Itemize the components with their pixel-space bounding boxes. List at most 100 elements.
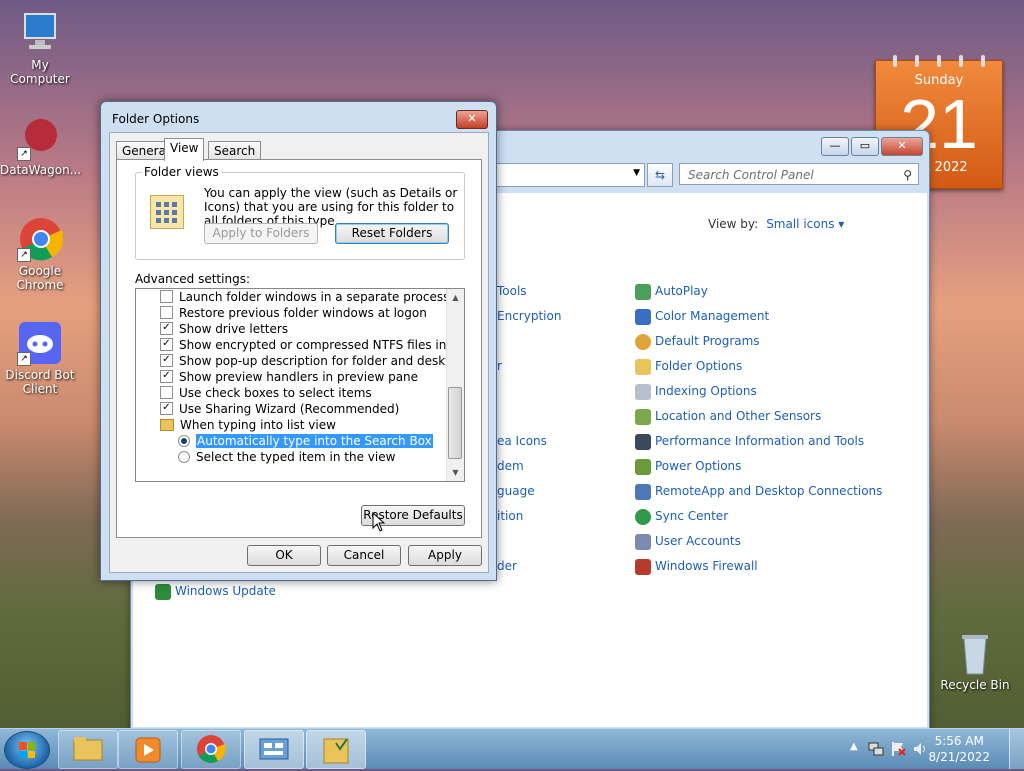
- cp-item-folder-options[interactable]: Folder Options: [635, 356, 742, 376]
- cp-item-label: Windows Update: [175, 584, 276, 598]
- setting-show-encrypted-color[interactable]: ✓ Show encrypted or compressed NTFS files…: [136, 337, 465, 353]
- checkbox-unchecked[interactable]: [160, 290, 173, 303]
- tab-search[interactable]: Search: [208, 141, 262, 160]
- cp-item-power-options[interactable]: Power Options: [635, 456, 741, 476]
- apply-to-folders-button[interactable]: Apply to Folders: [204, 223, 318, 244]
- desktop-icon-recycle-bin[interactable]: Recycle Bin: [935, 630, 1015, 692]
- ok-button[interactable]: OK: [247, 545, 321, 566]
- cp-item-r[interactable]: r: [497, 356, 502, 376]
- scroll-up-arrow-icon[interactable]: ▲: [447, 289, 464, 306]
- sync-center-icon: [635, 508, 651, 525]
- cp-item-windows-firewall[interactable]: Windows Firewall: [635, 556, 758, 576]
- cp-item-sync-center[interactable]: Sync Center: [635, 506, 728, 526]
- cp-item-default-programs[interactable]: Default Programs: [635, 331, 760, 351]
- dialog-close-button[interactable]: ✕: [456, 110, 488, 129]
- setting-label: Use check boxes to select items: [179, 386, 372, 400]
- reset-folders-button[interactable]: Reset Folders: [335, 223, 449, 244]
- view-by-dropdown[interactable]: Small icons ▾: [766, 217, 844, 231]
- volume-icon[interactable]: [912, 741, 928, 757]
- folder-views-icon: [150, 195, 184, 229]
- cp-item-windows-update[interactable]: Windows Update: [155, 581, 276, 601]
- cp-item-label: AutoPlay: [655, 284, 708, 298]
- setting-auto-type-search-box[interactable]: Automatically type into the Search Box: [136, 433, 433, 449]
- setting-show-popup-description[interactable]: ✓ Show pop-up description for folder and …: [136, 353, 464, 369]
- advanced-settings-scrollbar[interactable]: ▲ ▼: [446, 289, 464, 481]
- scroll-down-arrow-icon[interactable]: ▼: [447, 464, 464, 481]
- setting-show-drive-letters[interactable]: ✓ Show drive letters: [136, 321, 288, 337]
- desktop-icon-discord-bot-client[interactable]: ↗ Discord Bot Client: [0, 320, 80, 396]
- cp-item-label: Indexing Options: [655, 384, 757, 398]
- address-bar[interactable]: ▼: [491, 163, 645, 187]
- desktop-icon-label: My Computer: [10, 58, 70, 86]
- cp-item-remoteapp[interactable]: RemoteApp and Desktop Connections: [635, 481, 882, 501]
- setting-launch-separate-process[interactable]: Launch folder windows in a separate proc…: [136, 289, 449, 305]
- cp-item-label: Default Programs: [655, 334, 760, 348]
- cp-item-modem[interactable]: dem: [497, 456, 524, 476]
- setting-restore-previous-windows[interactable]: Restore previous folder windows at logon: [136, 305, 427, 321]
- windows-firewall-icon: [635, 558, 651, 575]
- checkbox-checked[interactable]: ✓: [160, 338, 173, 351]
- cp-item-location-sensors[interactable]: Location and Other Sensors: [635, 406, 821, 426]
- radio-unselected[interactable]: [178, 450, 190, 463]
- chevron-down-icon[interactable]: ▼: [633, 168, 640, 178]
- apply-button[interactable]: Apply: [408, 545, 482, 566]
- desktop-icon-my-computer[interactable]: My Computer: [0, 10, 80, 86]
- setting-label: Show encrypted or compressed NTFS files …: [179, 338, 465, 352]
- explorer-icon: [73, 737, 103, 761]
- refresh-button[interactable]: ⇆: [647, 163, 673, 187]
- desktop-icon-datawagon[interactable]: ↗ DataWagon...: [0, 115, 81, 177]
- folder-views-group: Folder views You can apply the view (suc…: [135, 165, 465, 260]
- view-by: View by: Small icons ▾: [708, 217, 844, 231]
- setting-use-check-boxes[interactable]: Use check boxes to select items: [136, 385, 372, 401]
- chrome-icon: [197, 735, 226, 763]
- close-button[interactable]: ✕: [881, 137, 923, 156]
- shortcut-arrow-icon: ↗: [17, 248, 31, 262]
- setting-show-preview-handlers[interactable]: ✓ Show preview handlers in preview pane: [136, 369, 418, 385]
- taskbar-media-player[interactable]: [118, 730, 178, 769]
- cp-item-encryption[interactable]: Encryption: [497, 306, 561, 326]
- cp-item-color-management[interactable]: Color Management: [635, 306, 769, 326]
- show-desktop-button[interactable]: [1009, 729, 1024, 769]
- start-button[interactable]: [4, 731, 50, 769]
- taskbar-folder-options[interactable]: [306, 730, 366, 769]
- checkbox-checked[interactable]: ✓: [160, 402, 173, 415]
- advanced-settings-list[interactable]: Launch folder windows in a separate proc…: [135, 288, 465, 482]
- clock[interactable]: 5:56 AM 8/21/2022: [928, 733, 990, 765]
- checkbox-unchecked[interactable]: [160, 386, 173, 399]
- checkbox-checked[interactable]: ✓: [160, 370, 173, 383]
- checkbox-checked[interactable]: ✓: [160, 322, 173, 335]
- taskbar-explorer[interactable]: [58, 730, 118, 769]
- setting-use-sharing-wizard[interactable]: ✓ Use Sharing Wizard (Recommended): [136, 401, 399, 417]
- radio-selected[interactable]: [178, 434, 190, 447]
- search-icon[interactable]: ⚲: [903, 164, 912, 186]
- setting-select-typed-item[interactable]: Select the typed item in the view: [136, 449, 395, 465]
- network-icon[interactable]: [868, 741, 884, 757]
- control-panel-icon: [259, 738, 289, 760]
- clock-date: 8/21/2022: [928, 750, 990, 764]
- maximize-button[interactable]: ▭: [851, 137, 879, 156]
- folder-options-dialog[interactable]: Folder Options ✕ General View Search Fol…: [100, 101, 497, 581]
- cp-item-area-icons[interactable]: ea Icons: [497, 431, 547, 451]
- cp-item-user-accounts[interactable]: User Accounts: [635, 531, 741, 551]
- cp-item-tools[interactable]: Tools: [497, 281, 527, 301]
- folder-icon: [160, 418, 174, 431]
- cp-item-language[interactable]: guage: [497, 481, 535, 501]
- tab-view[interactable]: View: [164, 138, 205, 161]
- checkbox-unchecked[interactable]: [160, 306, 173, 319]
- cp-item-indexing-options[interactable]: Indexing Options: [635, 381, 757, 401]
- cancel-button[interactable]: Cancel: [327, 545, 401, 566]
- search-input[interactable]: Search Control Panel ⚲: [679, 163, 919, 185]
- cp-item-folder[interactable]: der: [497, 556, 517, 576]
- scrollbar-thumb[interactable]: [448, 387, 462, 459]
- checkbox-checked[interactable]: ✓: [160, 354, 173, 367]
- taskbar-chrome[interactable]: [181, 730, 241, 769]
- cp-item-label: Color Management: [655, 309, 770, 323]
- minimize-button[interactable]: —: [821, 137, 849, 156]
- desktop-icon-google-chrome[interactable]: ↗ Google Chrome: [0, 216, 80, 292]
- taskbar-control-panel[interactable]: [244, 730, 304, 769]
- action-center-flag-icon[interactable]: [890, 741, 906, 757]
- tray-expand-icon[interactable]: ▲: [850, 741, 858, 752]
- cp-item-recognition[interactable]: ition: [497, 506, 523, 526]
- cp-item-performance[interactable]: Performance Information and Tools: [635, 431, 864, 451]
- cp-item-autoplay[interactable]: AutoPlay: [635, 281, 708, 301]
